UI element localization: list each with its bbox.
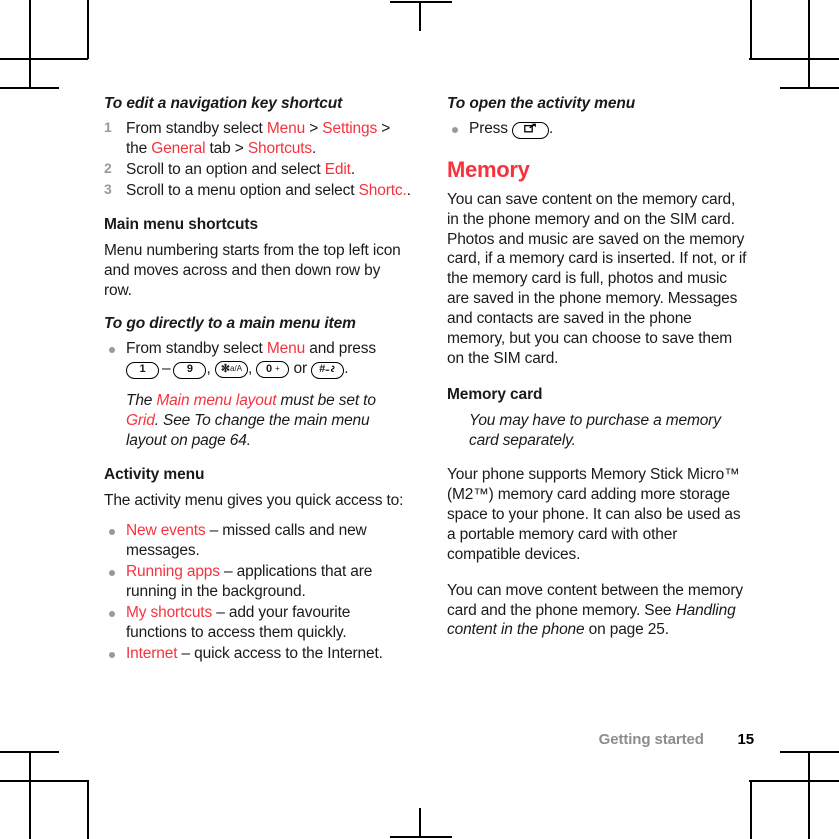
note-block-main-menu-layout: The Main menu layout must be set to Grid… bbox=[104, 391, 411, 451]
paragraph-move-content: You can move content between the memory … bbox=[447, 581, 747, 641]
note-block-memory-card: You may have to purchase a memory card s… bbox=[447, 411, 747, 451]
right-column: To open the activity menu Press . Memory… bbox=[447, 94, 747, 676]
left-column: To edit a navigation key shortcut 1 From… bbox=[104, 94, 411, 676]
ui-term-grid: Grid bbox=[126, 412, 155, 430]
keycap-1-icon: 1 bbox=[126, 362, 159, 380]
list-item-description: – quick access to the Internet. bbox=[177, 644, 383, 662]
step-item: 3 Scroll to a menu option and select Sho… bbox=[104, 181, 411, 201]
bullet-item-press-activity-key: Press . bbox=[447, 119, 747, 140]
step-text-suffix: . bbox=[350, 161, 355, 179]
bullet-text-prefix: Press bbox=[469, 120, 513, 138]
list-item: New events – missed calls and new messag… bbox=[104, 521, 411, 561]
steps-list-edit-navigation-shortcut: 1 From standby select Menu > Settings > … bbox=[104, 119, 411, 201]
two-column-layout: To edit a navigation key shortcut 1 From… bbox=[104, 94, 754, 676]
keycap-or-label: or bbox=[293, 360, 308, 378]
step-number: 2 bbox=[104, 160, 112, 177]
manual-page: To edit a navigation key shortcut 1 From… bbox=[0, 0, 839, 839]
ui-term-shortc: Shortc. bbox=[358, 182, 407, 200]
step-text-suffix: . bbox=[406, 182, 411, 200]
step-number: 3 bbox=[104, 181, 112, 198]
ui-term-new-events: New events bbox=[126, 522, 206, 540]
ui-term-running-apps: Running apps bbox=[126, 563, 220, 581]
ui-term-my-shortcuts: My shortcuts bbox=[126, 604, 213, 621]
section-heading-memory-card: Memory card bbox=[447, 385, 543, 403]
step-number: 1 bbox=[104, 119, 112, 136]
procedure-heading-open-activity-menu: To open the activity menu bbox=[447, 95, 636, 112]
page-footer: Getting started 15 bbox=[0, 731, 754, 748]
step-item: 1 From standby select Menu > Settings > … bbox=[104, 119, 411, 159]
ui-term-menu: Menu bbox=[266, 120, 306, 138]
keycap-hash-icon: # bbox=[311, 362, 345, 380]
section-heading-activity-menu: Activity menu bbox=[104, 466, 205, 484]
note-text-purchase-memory-card: You may have to purchase a memory card s… bbox=[469, 412, 721, 450]
list-item: My shortcuts – add your favourite functi… bbox=[104, 603, 411, 643]
paragraph-suffix: on page 25. bbox=[584, 621, 669, 639]
keycap-comma-2: , bbox=[248, 360, 257, 378]
keycap-end-punct: . bbox=[344, 360, 349, 378]
ui-term-general: General bbox=[151, 140, 206, 158]
paragraph-memory-overview: You can save content on the memory card,… bbox=[447, 190, 747, 368]
paragraph-main-menu-shortcuts: Menu numbering starts from the top left … bbox=[104, 242, 401, 300]
bullet-item-go-directly: From standby select Menu and press 1–9, … bbox=[104, 339, 411, 380]
note-middle: must be set to bbox=[276, 392, 376, 410]
exclamation-note-icon bbox=[107, 393, 115, 411]
exclamation-note-icon bbox=[450, 413, 458, 431]
bullet-list-go-directly: From standby select Menu and press 1–9, … bbox=[104, 339, 411, 380]
keycap-comma-1: , bbox=[206, 360, 215, 378]
keycap-0-icon: 0 + bbox=[256, 361, 290, 379]
bullet-list-activity-menu-items: New events – missed calls and new messag… bbox=[104, 521, 411, 663]
note-prefix: The bbox=[126, 392, 157, 410]
keycap-sequence: 1–9, ✼a/A, 0 + or #. bbox=[126, 360, 349, 380]
step-separator-3: tab > bbox=[205, 140, 248, 158]
footer-section-name: Getting started bbox=[598, 731, 704, 748]
ui-term-main-menu-layout: Main menu layout bbox=[156, 392, 277, 410]
note-suffix: . See To change the main menu layout on … bbox=[126, 412, 370, 450]
ui-term-menu: Menu bbox=[266, 340, 306, 358]
keycap-9-icon: 9 bbox=[173, 362, 207, 380]
list-item: Running apps – applications that are run… bbox=[104, 562, 411, 602]
bullet-text-suffix: . bbox=[549, 120, 554, 138]
ui-term-shortcuts: Shortcuts bbox=[247, 140, 312, 158]
step-text-prefix: From standby select bbox=[126, 120, 267, 138]
section-heading-main-menu-shortcuts: Main menu shortcuts bbox=[104, 216, 258, 233]
procedure-heading-go-directly-to-main-menu-item: To go directly to a main menu item bbox=[104, 315, 356, 333]
paragraph-activity-menu-intro: The activity menu gives you quick access… bbox=[104, 492, 404, 510]
keycap-range-dash: – bbox=[162, 360, 171, 378]
keycap-star-icon: ✼a/A bbox=[214, 361, 249, 379]
step-text-prefix: Scroll to a menu option and select bbox=[126, 182, 359, 200]
list-item: Internet – quick access to the Internet. bbox=[104, 644, 411, 664]
note-text-main-menu-layout: The Main menu layout must be set to Grid… bbox=[126, 391, 411, 451]
ui-term-settings: Settings bbox=[322, 120, 378, 138]
ui-term-edit: Edit bbox=[324, 161, 351, 179]
step-text-prefix: Scroll to an option and select bbox=[126, 161, 325, 179]
keycap-activity-menu-icon bbox=[512, 122, 550, 140]
procedure-heading-edit-navigation-shortcut: To edit a navigation key shortcut bbox=[104, 95, 343, 112]
bullet-list-open-activity-menu: Press . bbox=[447, 119, 747, 140]
step-text-suffix: . bbox=[311, 140, 317, 158]
step-separator-1: > bbox=[305, 120, 323, 138]
bullet-text-suffix: and press bbox=[305, 340, 376, 358]
paragraph-memory-stick-micro: Your phone supports Memory Stick Micro™ … bbox=[447, 466, 741, 563]
step-item: 2 Scroll to an option and select Edit. bbox=[104, 160, 411, 180]
bullet-text-prefix: From standby select bbox=[126, 340, 267, 358]
chapter-heading-memory: Memory bbox=[447, 157, 530, 183]
footer-page-number: 15 bbox=[737, 731, 755, 748]
ui-term-internet: Internet bbox=[126, 644, 178, 662]
